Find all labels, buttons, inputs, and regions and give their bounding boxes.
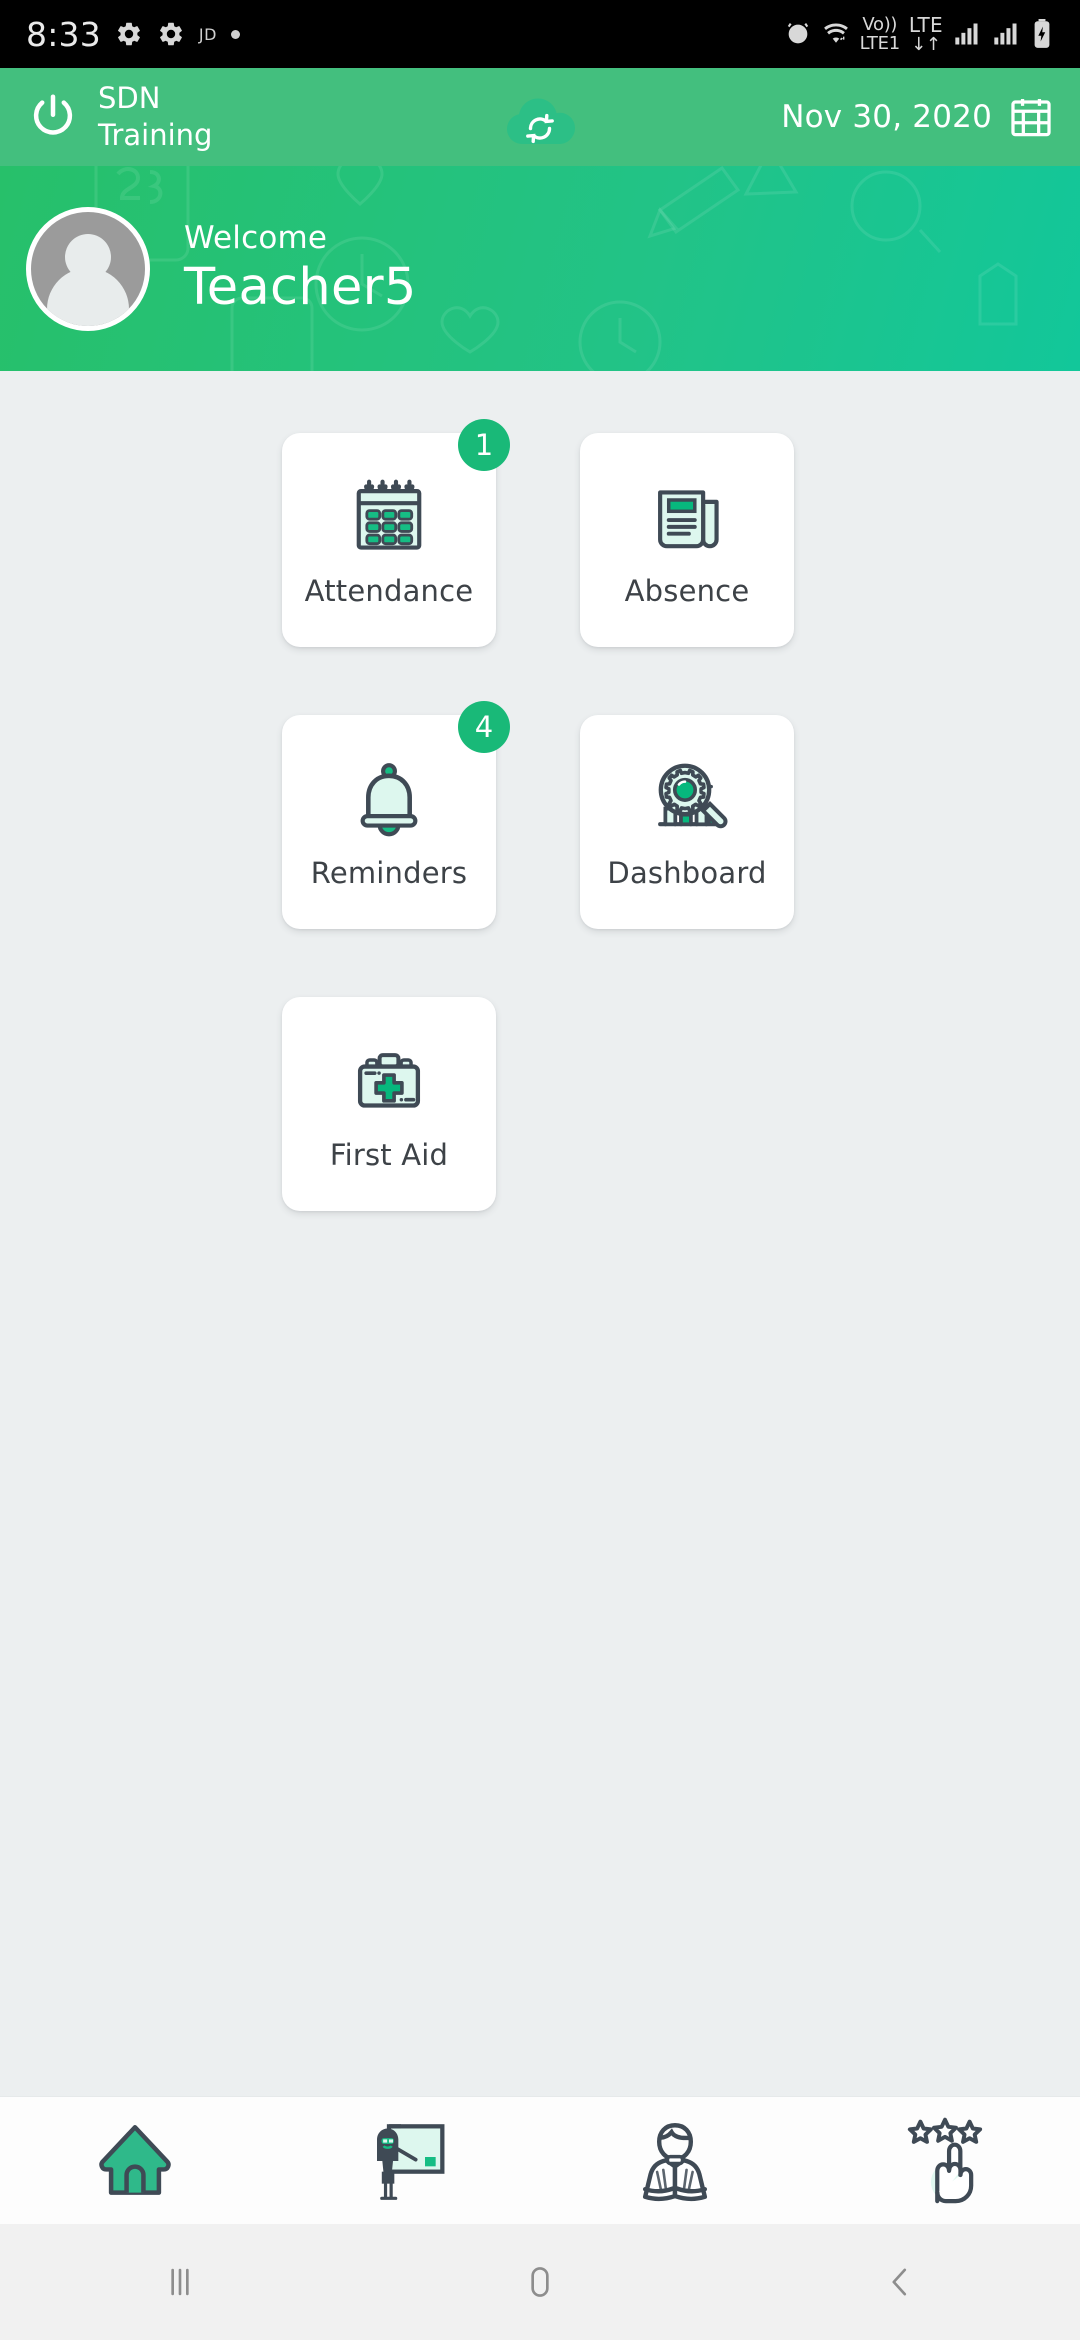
lte-indicator: LTE ↓↑	[909, 15, 943, 54]
power-icon[interactable]	[26, 90, 80, 144]
current-date-label: Nov 30, 2020	[781, 99, 992, 135]
app-title: SDN Training	[98, 80, 213, 152]
home-pill-icon	[531, 2267, 549, 2297]
volte-label-top: Vo))	[862, 13, 898, 35]
avatar[interactable]	[26, 206, 150, 331]
recents-button[interactable]	[0, 2224, 360, 2340]
lte-label: LTE	[908, 12, 943, 37]
main-content: 1 Attendance Absence 4 Reminders Dashboa…	[0, 371, 1080, 2096]
first-aid-kit-icon	[343, 1036, 435, 1128]
status-bar-right: Vo)) LTE1 LTE ↓↑	[784, 15, 1054, 54]
reminders-badge: 4	[458, 701, 510, 753]
wifi-icon	[823, 23, 848, 43]
back-button[interactable]	[720, 2224, 1080, 2340]
gear-icon	[159, 22, 182, 46]
card-reminders[interactable]: 4 Reminders	[282, 701, 510, 929]
teacher-board-icon	[377, 2123, 445, 2200]
status-bar-left: 8:33 JD	[26, 15, 240, 54]
app-root: 8:33 JD Vo)) LTE1 LTE ↓↑ SDN Training No…	[0, 0, 1080, 2340]
dot-indicator-icon	[230, 29, 240, 39]
back-chevron-icon	[892, 2268, 907, 2296]
card-label: Dashboard	[607, 856, 767, 890]
card-label: First Aid	[329, 1138, 449, 1172]
hand-stars-icon	[907, 2117, 983, 2203]
recents-icon	[171, 2268, 189, 2296]
bell-icon	[343, 754, 435, 846]
status-app-badge: JD	[198, 24, 217, 44]
bottom-navigation	[0, 2096, 1080, 2224]
calendar-icon	[343, 472, 435, 564]
welcome-greeting: Welcome	[184, 220, 328, 256]
volte-indicator: Vo)) LTE1	[859, 13, 900, 54]
attendance-badge: 1	[458, 419, 510, 471]
avatar-body-shape	[47, 267, 129, 326]
home-icon	[99, 2124, 171, 2195]
alarm-icon	[787, 23, 808, 44]
system-status-bar: 8:33 JD Vo)) LTE1 LTE ↓↑	[0, 0, 1080, 68]
card-label: Absence	[624, 574, 750, 608]
card-label: Reminders	[310, 856, 468, 890]
menu-grid: 1 Attendance Absence 4 Reminders Dashboa…	[0, 419, 1080, 1211]
nav-item-rating[interactable]	[810, 2097, 1080, 2224]
welcome-banner: Welcome Teacher5	[0, 166, 1080, 371]
card-label: Attendance	[304, 574, 474, 608]
signal-bars-icon	[994, 23, 1017, 45]
newspaper-icon	[641, 472, 733, 564]
home-button[interactable]	[360, 2224, 720, 2340]
card-absence[interactable]: Absence	[580, 433, 794, 647]
welcome-text-block: Welcome Teacher5	[184, 220, 417, 317]
lte-data-arrows: ↓↑	[911, 33, 941, 55]
nav-item-teacher[interactable]	[270, 2097, 540, 2224]
welcome-username: Teacher5	[184, 258, 417, 317]
status-clock: 8:33	[26, 14, 101, 54]
gear-icon	[117, 22, 140, 46]
sync-button[interactable]	[497, 81, 583, 153]
calendar-icon	[1011, 98, 1051, 137]
date-picker[interactable]: Nov 30, 2020	[781, 94, 1054, 140]
android-system-nav	[0, 2224, 1080, 2340]
card-first-aid[interactable]: First Aid	[282, 997, 496, 1211]
banner-pattern-icon	[94, 166, 1018, 371]
nav-item-home[interactable]	[0, 2097, 270, 2224]
signal-bars-icon	[955, 23, 978, 45]
card-dashboard[interactable]: Dashboard	[580, 715, 794, 929]
app-header-bar: SDN Training Nov 30, 2020	[0, 68, 1080, 166]
nav-item-student[interactable]	[540, 2097, 810, 2224]
card-attendance[interactable]: 1 Attendance	[282, 419, 510, 647]
volte-label-bottom: LTE1	[859, 32, 900, 54]
student-reading-icon	[642, 2122, 708, 2201]
cloud-sync-icon	[507, 98, 575, 144]
magnifier-gear-chart-icon	[641, 754, 733, 846]
battery-charging-icon	[1034, 19, 1050, 48]
